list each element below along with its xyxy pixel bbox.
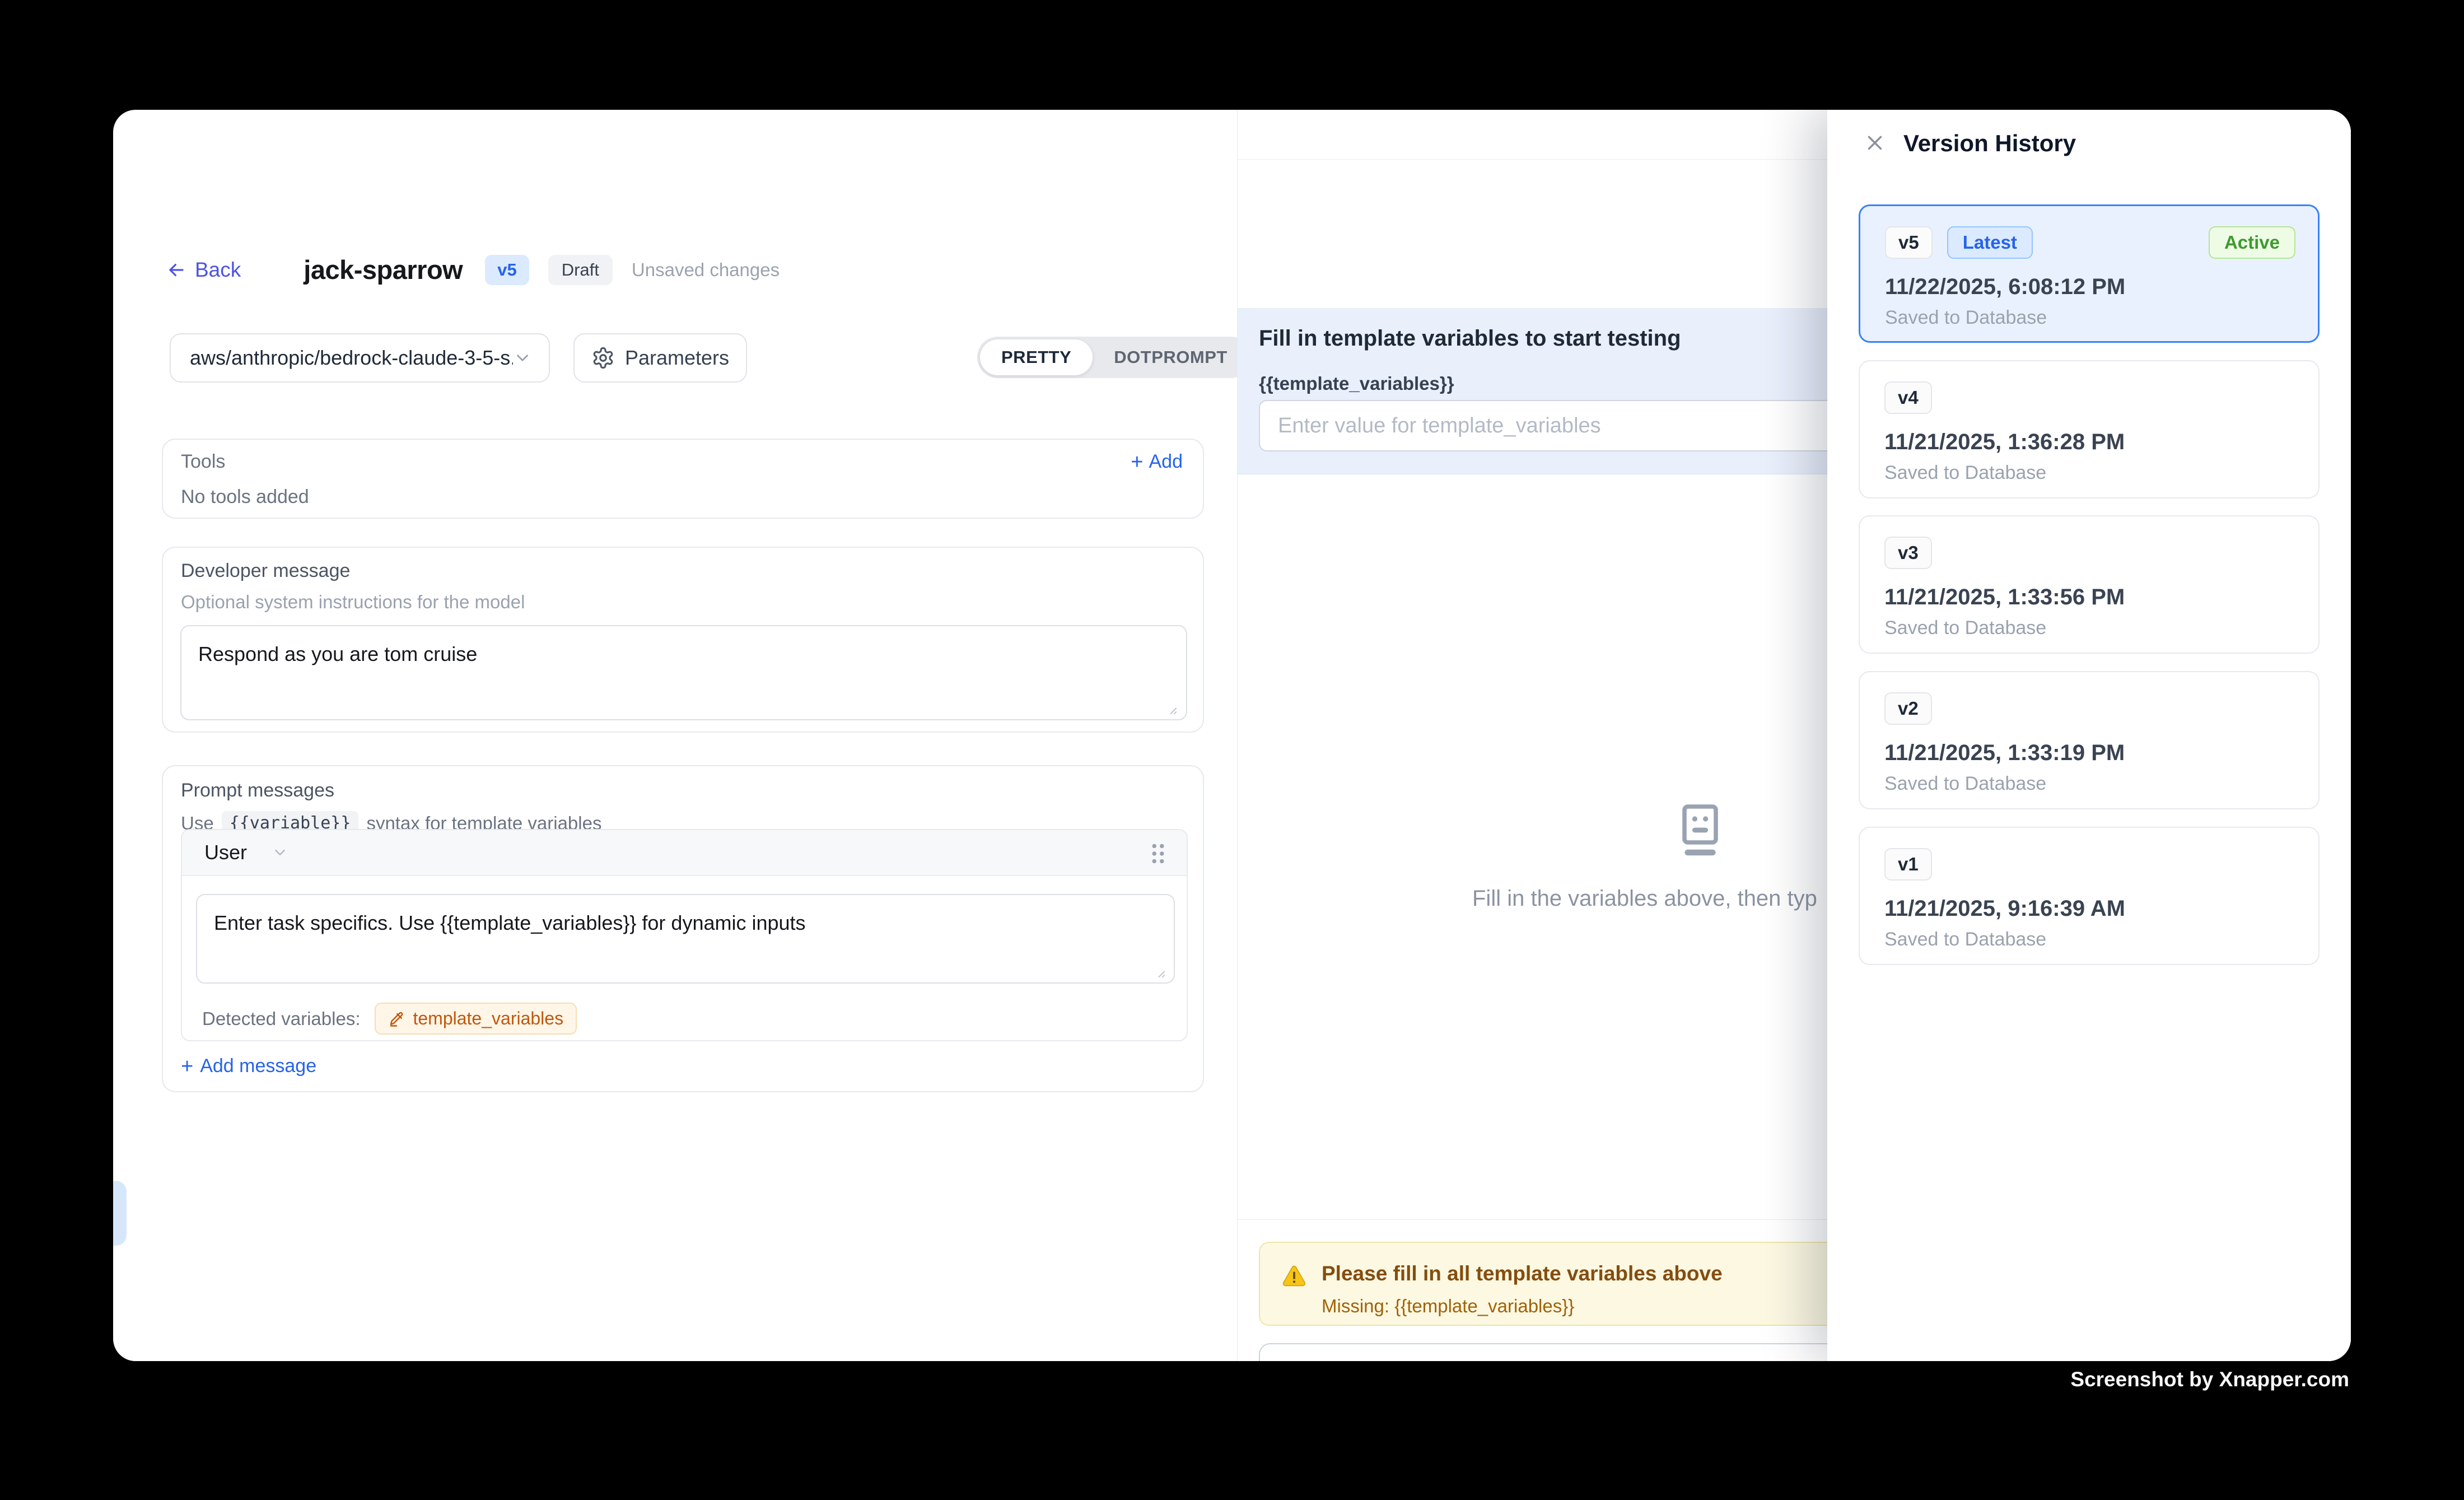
version-tag: v4 (1884, 381, 1932, 414)
version-card-v1[interactable]: v1 11/21/2025, 9:16:39 AM Saved to Datab… (1859, 827, 2320, 965)
edge-drawer-handle[interactable] (113, 1181, 127, 1246)
warning-triangle-icon (1281, 1263, 1307, 1289)
version-storage: Saved to Database (1885, 307, 2047, 329)
empty-state-hint: Fill in the variables above, then typ (1472, 886, 1834, 911)
version-card-v3[interactable]: v3 11/21/2025, 1:33:56 PM Saved to Datab… (1859, 515, 2320, 654)
drag-handle-icon[interactable] (1149, 841, 1168, 866)
model-select-value: aws/anthropic/bedrock-claude-3-5-s... (190, 346, 513, 370)
model-select[interactable]: aws/anthropic/bedrock-claude-3-5-s... (170, 333, 550, 383)
active-badge: Active (2209, 226, 2295, 259)
warning-missing: Missing: {{template_variables}} (1322, 1296, 1574, 1317)
version-chips: v4 (1884, 381, 1932, 414)
gear-icon (591, 346, 615, 370)
version-storage: Saved to Database (1884, 773, 2046, 795)
back-button[interactable]: Back (166, 258, 241, 282)
tools-card: Tools + Add No tools added (162, 439, 1204, 519)
add-tool-button[interactable]: + Add (1131, 451, 1183, 473)
tab-dotprompt[interactable]: DOTPROMPT (1093, 339, 1249, 375)
version-timestamp: 11/21/2025, 1:33:56 PM (1884, 585, 2125, 610)
template-variable-label: {{template_variables}} (1259, 373, 1454, 394)
back-label: Back (195, 258, 241, 282)
plus-icon: + (181, 1056, 193, 1077)
tools-title: Tools (181, 451, 225, 473)
version-storage: Saved to Database (1884, 462, 2046, 484)
developer-message-subtitle: Optional system instructions for the mod… (181, 591, 525, 613)
version-storage: Saved to Database (1884, 929, 2046, 951)
version-card-v2[interactable]: v2 11/21/2025, 1:33:19 PM Saved to Datab… (1859, 671, 2320, 809)
breadcrumb: Back jack-sparrow v5 Draft Unsaved chang… (166, 254, 780, 285)
version-history-panel: Version History v5 Latest Active 11/22/2… (1827, 110, 2351, 1361)
version-card-v4[interactable]: v4 11/21/2025, 1:36:28 PM Saved to Datab… (1859, 360, 2320, 499)
role-select[interactable]: User (204, 841, 288, 864)
view-mode-toggle: PRETTY DOTPROMPT (977, 337, 1252, 378)
detected-variable-badge[interactable]: template_variables (375, 1003, 577, 1035)
add-message-label: Add message (200, 1055, 316, 1077)
plus-icon: + (1131, 451, 1143, 473)
page-title: jack-sparrow (304, 254, 463, 285)
warning-title: Please fill in all template variables ab… (1322, 1262, 1723, 1285)
version-chips: v5 Latest (1885, 226, 2033, 259)
app-window: Back jack-sparrow v5 Draft Unsaved chang… (113, 110, 2351, 1361)
version-timestamp: 11/22/2025, 6:08:12 PM (1885, 274, 2125, 300)
detected-variables-row: Detected variables: template_variables (202, 1003, 577, 1035)
chevron-down-icon (272, 844, 288, 861)
version-history-header: Version History (1827, 110, 2351, 177)
version-chips: v3 (1884, 537, 1932, 569)
draft-badge: Draft (548, 255, 613, 285)
version-tag: v1 (1884, 848, 1932, 881)
developer-message-input[interactable]: Respond as you are tom cruise (180, 625, 1187, 720)
message-input[interactable]: Enter task specifics. Use {{template_var… (196, 894, 1175, 984)
tools-empty-text: No tools added (181, 486, 309, 508)
prompt-messages-title: Prompt messages (181, 780, 334, 802)
message-block: User Enter task specifics. Use {{templat… (181, 829, 1188, 1041)
version-chips: v2 (1884, 692, 1932, 725)
version-tag: v3 (1884, 537, 1932, 569)
pencil-icon (388, 1010, 405, 1027)
version-badge: v5 (485, 255, 529, 285)
latest-badge: Latest (1947, 226, 2033, 259)
add-tool-label: Add (1149, 451, 1183, 473)
parameters-button[interactable]: Parameters (573, 333, 747, 383)
message-header: User (182, 830, 1187, 876)
tab-pretty[interactable]: PRETTY (980, 339, 1093, 375)
chevron-down-icon (513, 348, 532, 367)
watermark-text: Screenshot by Xnapper.com (2070, 1368, 2349, 1391)
prompt-messages-card: Prompt messages Use {{variable}} syntax … (162, 765, 1204, 1092)
bot-face-icon (1673, 798, 1727, 867)
version-card-v5[interactable]: v5 Latest Active 11/22/2025, 6:08:12 PM … (1859, 204, 2320, 343)
screenshot-stage: Back jack-sparrow v5 Draft Unsaved chang… (0, 0, 2464, 1500)
version-timestamp: 11/21/2025, 9:16:39 AM (1884, 896, 2125, 921)
version-timestamp: 11/21/2025, 1:36:28 PM (1884, 430, 2125, 455)
close-icon[interactable] (1863, 131, 1887, 155)
version-history-title: Version History (1903, 130, 2076, 157)
role-select-value: User (204, 841, 247, 864)
unsaved-changes-text: Unsaved changes (632, 259, 780, 281)
version-tag: v2 (1884, 692, 1932, 725)
header-badges: v5 Draft Unsaved changes (485, 255, 780, 285)
detected-variables-label: Detected variables: (202, 1008, 360, 1029)
version-chips: v1 (1884, 848, 1932, 881)
developer-message-card: Developer message Optional system instru… (162, 547, 1204, 733)
developer-message-title: Developer message (181, 560, 350, 582)
version-storage: Saved to Database (1884, 617, 2046, 639)
detected-variable-name: template_variables (413, 1008, 563, 1029)
version-tag: v5 (1885, 226, 1933, 259)
add-message-button[interactable]: + Add message (181, 1055, 316, 1077)
back-arrow-icon (166, 259, 187, 281)
version-timestamp: 11/21/2025, 1:33:19 PM (1884, 740, 2125, 766)
parameters-label: Parameters (625, 346, 729, 370)
banner-title: Fill in template variables to start test… (1259, 326, 1681, 351)
